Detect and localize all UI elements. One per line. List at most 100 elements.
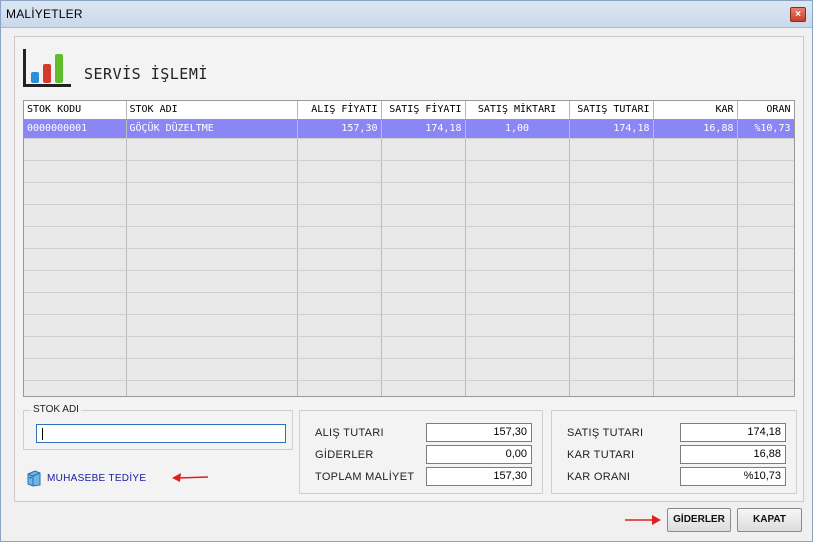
muhasebe-tediye-link[interactable]: MUHASEBE TEDİYE [27, 469, 146, 487]
col-oran[interactable]: ORAN [737, 101, 794, 120]
empty-cell [737, 380, 794, 396]
empty-table-row[interactable] [24, 358, 794, 381]
empty-cell [24, 182, 127, 205]
empty-cell [737, 138, 794, 161]
toplam-maliyet-field[interactable]: 157,30 [426, 467, 532, 486]
empty-cell [465, 380, 570, 396]
empty-cell [465, 292, 570, 315]
empty-cell [24, 138, 127, 161]
empty-cell [126, 270, 298, 293]
grid-header-row: STOK KODU STOK ADI ALIŞ FİYATI SATIŞ FİY… [24, 101, 794, 120]
giderler-button[interactable]: GİDERLER [667, 508, 731, 532]
cell-stok-adi: GÖÇÜK DÜZELTME [126, 119, 298, 139]
empty-cell [569, 182, 654, 205]
empty-cell [297, 314, 382, 337]
col-kar[interactable]: KAR [653, 101, 738, 120]
empty-cell [737, 204, 794, 227]
col-satis-tutari[interactable]: SATIŞ TUTARI [569, 101, 654, 120]
empty-cell [569, 336, 654, 359]
satis-tutari-field[interactable]: 174,18 [680, 423, 786, 442]
kapat-button[interactable]: KAPAT [737, 508, 802, 532]
empty-cell [126, 248, 298, 271]
empty-cell [653, 292, 738, 315]
empty-table-row[interactable] [24, 270, 794, 293]
table-row[interactable]: 0000000001 GÖÇÜK DÜZELTME 157,30 174,18 … [24, 119, 794, 139]
empty-cell [653, 270, 738, 293]
empty-cell [24, 380, 127, 396]
empty-cell [297, 336, 382, 359]
red-arrow-right-icon [625, 515, 661, 525]
empty-cell [24, 270, 127, 293]
empty-table-row[interactable] [24, 226, 794, 249]
empty-cell [653, 182, 738, 205]
empty-table-row[interactable] [24, 160, 794, 183]
empty-table-row[interactable] [24, 138, 794, 161]
stok-adi-legend: STOK ADI [31, 404, 81, 415]
col-alis-fiyati[interactable]: ALIŞ FİYATI [297, 101, 382, 120]
empty-table-row[interactable] [24, 182, 794, 205]
col-stok-kodu[interactable]: STOK KODU [24, 101, 127, 120]
title-bar[interactable]: MALİYETLER × [1, 1, 812, 28]
stok-adi-group: STOK ADI [23, 404, 293, 450]
satis-tutari-row: SATIŞ TUTARI 174,18 [552, 423, 796, 443]
empty-cell [569, 380, 654, 396]
empty-cell [381, 160, 466, 183]
empty-cell [653, 138, 738, 161]
close-button[interactable]: × [790, 7, 806, 22]
empty-cell [126, 358, 298, 381]
empty-cell [381, 226, 466, 249]
empty-cell [297, 358, 382, 381]
kar-orani-field[interactable]: %10,73 [680, 467, 786, 486]
empty-cell [465, 138, 570, 161]
giderler-field[interactable]: 0,00 [426, 445, 532, 464]
empty-cell [569, 270, 654, 293]
empty-cell [297, 226, 382, 249]
empty-cell [297, 248, 382, 271]
empty-table-row[interactable] [24, 314, 794, 337]
page-title: SERVİS İŞLEMİ [84, 65, 208, 83]
muhasebe-tediye-label: MUHASEBE TEDİYE [47, 472, 147, 484]
empty-cell [297, 204, 382, 227]
empty-cell [24, 358, 127, 381]
empty-cell [297, 138, 382, 161]
alis-tutari-field[interactable]: 157,30 [426, 423, 532, 442]
empty-cell [381, 292, 466, 315]
cell-satis-miktari: 1,00 [465, 119, 570, 139]
empty-cell [737, 182, 794, 205]
empty-cell [737, 314, 794, 337]
empty-table-row[interactable] [24, 380, 794, 396]
empty-cell [465, 226, 570, 249]
stok-adi-input[interactable] [36, 424, 286, 443]
empty-cell [737, 292, 794, 315]
empty-cell [297, 182, 382, 205]
empty-cell [297, 160, 382, 183]
cell-satis-tutari: 174,18 [569, 119, 654, 139]
empty-cell [381, 314, 466, 337]
empty-cell [381, 248, 466, 271]
text-caret [42, 428, 43, 440]
empty-table-row[interactable] [24, 336, 794, 359]
alis-tutari-label: ALIŞ TUTARI [315, 427, 384, 439]
kar-tutari-field[interactable]: 16,88 [680, 445, 786, 464]
empty-cell [465, 248, 570, 271]
empty-table-row[interactable] [24, 204, 794, 227]
toplam-maliyet-label: TOPLAM MALİYET [315, 471, 415, 483]
empty-table-row[interactable] [24, 248, 794, 271]
empty-cell [126, 292, 298, 315]
empty-cell [381, 336, 466, 359]
alis-tutari-row: ALIŞ TUTARI 157,30 [300, 423, 542, 443]
empty-cell [126, 160, 298, 183]
empty-cell [465, 314, 570, 337]
satis-tutari-label: SATIŞ TUTARI [567, 427, 644, 439]
col-stok-adi[interactable]: STOK ADI [126, 101, 298, 120]
col-satis-miktari[interactable]: SATIŞ MİKTARI [465, 101, 570, 120]
empty-cell [653, 336, 738, 359]
empty-cell [126, 380, 298, 396]
cost-grid[interactable]: STOK KODU STOK ADI ALIŞ FİYATI SATIŞ FİY… [23, 100, 795, 397]
empty-table-row[interactable] [24, 292, 794, 315]
col-satis-fiyati[interactable]: SATIŞ FİYATI [381, 101, 466, 120]
empty-cell [381, 380, 466, 396]
cell-alis-fiyati: 157,30 [297, 119, 382, 139]
kar-orani-label: KAR ORANI [567, 471, 631, 483]
kar-tutari-label: KAR TUTARI [567, 449, 635, 461]
